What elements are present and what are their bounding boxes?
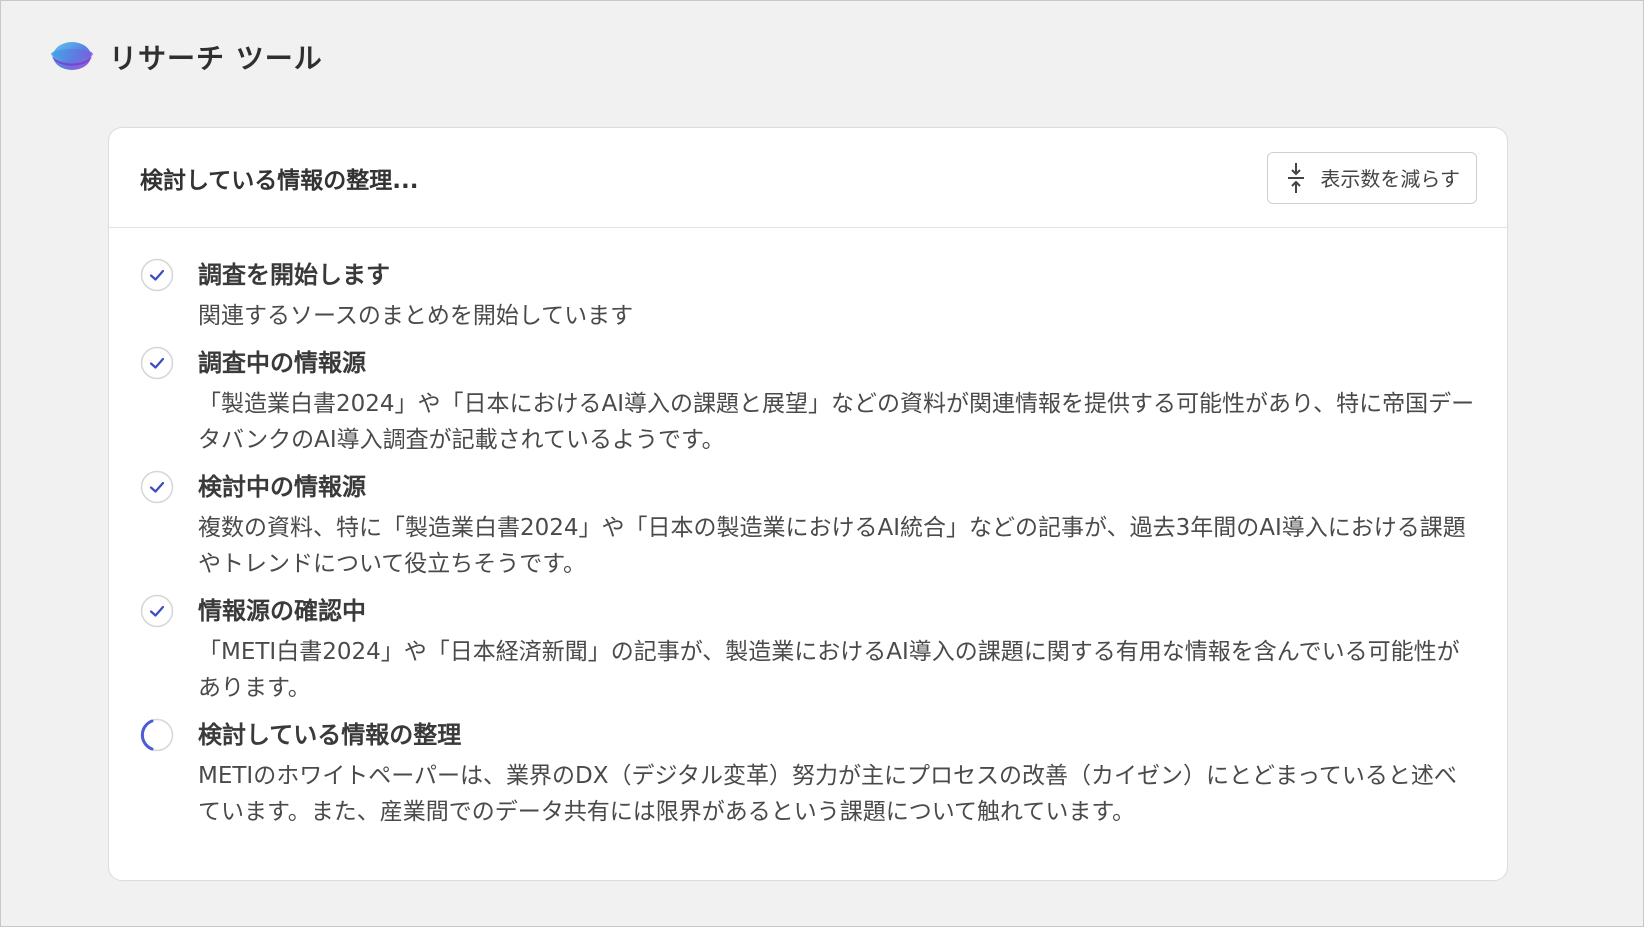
check-icon	[140, 594, 174, 628]
app-title: リサーチ ツール	[109, 42, 323, 75]
step-title: 調査中の情報源	[198, 349, 366, 377]
step-description: METIのホワイトペーパーは、業界のDX（デジタル変革）努力が主にプロセスの改善…	[198, 763, 1457, 825]
card-header: 検討している情報の整理... 表示数を減らす	[109, 128, 1507, 228]
step-description: 「METI白書2024」や「日本経済新聞」の記事が、製造業におけるAI導入の課題…	[198, 639, 1460, 701]
step-list: 調査を開始します 関連するソースのまとめを開始しています 調査中の情報源 「製造…	[109, 228, 1507, 830]
research-progress-card: 検討している情報の整理... 表示数を減らす 調査を開始します 関連するソースの…	[108, 127, 1508, 881]
step-title: 調査を開始します	[198, 261, 390, 289]
step-status	[140, 470, 174, 504]
app-window: リサーチ ツール 検討している情報の整理... 表示数を減らす 調査を開始します…	[0, 0, 1644, 927]
card-title: 検討している情報の整理...	[140, 167, 419, 194]
show-less-button[interactable]: 表示数を減らす	[1267, 151, 1477, 204]
app-header: リサーチ ツール	[49, 37, 323, 77]
check-icon	[140, 470, 174, 504]
step-description: 関連するソースのまとめを開始しています	[198, 303, 634, 329]
step-title: 検討している情報の整理	[198, 721, 462, 749]
step-title: 検討中の情報源	[198, 473, 366, 501]
step-item: 情報源の確認中 「METI白書2024」や「日本経済新聞」の記事が、製造業におけ…	[140, 594, 1477, 706]
step-status	[140, 346, 174, 380]
step-item: 調査中の情報源 「製造業白書2024」や「日本におけるAI導入の課題と展望」など…	[140, 346, 1477, 458]
app-logo-icon	[51, 42, 93, 70]
step-item: 調査を開始します 関連するソースのまとめを開始しています	[140, 258, 1477, 334]
step-status	[140, 258, 174, 292]
step-item: 検討している情報の整理 METIのホワイトペーパーは、業界のDX（デジタル変革）…	[140, 718, 1477, 830]
check-icon	[140, 346, 174, 380]
step-status	[140, 594, 174, 628]
show-less-label: 表示数を減らす	[1320, 167, 1460, 191]
step-status	[140, 718, 174, 752]
step-description: 複数の資料、特に「製造業白書2024」や「日本の製造業におけるAI統合」などの記…	[198, 515, 1466, 577]
step-title: 情報源の確認中	[198, 597, 366, 625]
step-description: 「製造業白書2024」や「日本におけるAI導入の課題と展望」などの資料が関連情報…	[198, 391, 1475, 453]
check-icon	[140, 258, 174, 292]
collapse-arrows-icon	[1288, 162, 1305, 193]
loading-spinner-icon	[140, 718, 174, 752]
step-item: 検討中の情報源 複数の資料、特に「製造業白書2024」や「日本の製造業におけるA…	[140, 470, 1477, 582]
